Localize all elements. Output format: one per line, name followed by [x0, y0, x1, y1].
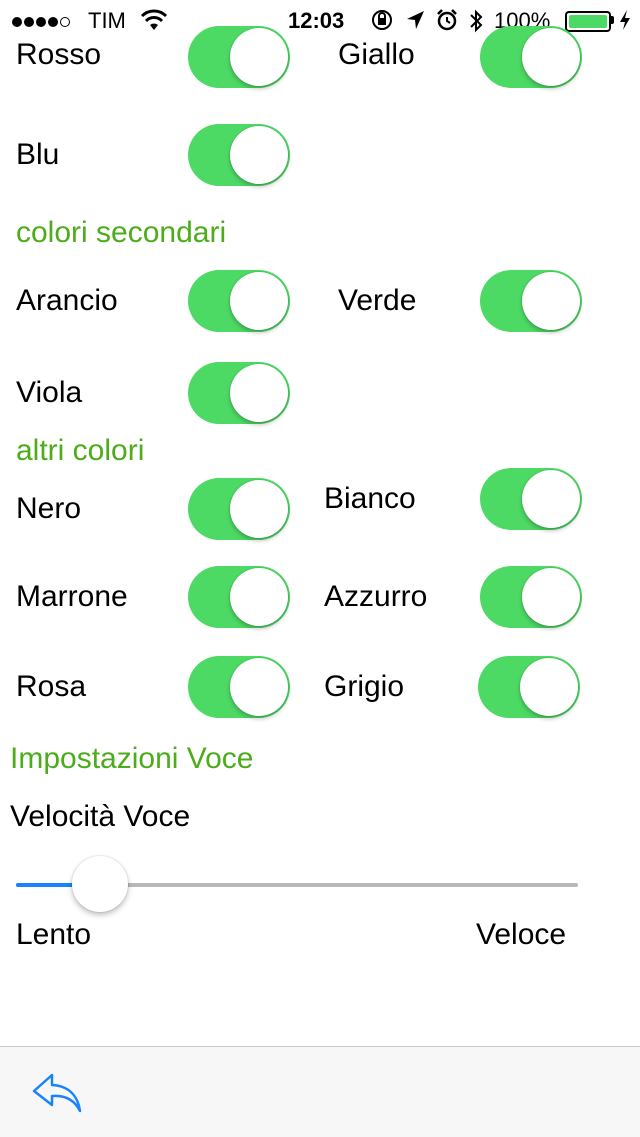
nero-label: Nero — [16, 492, 82, 525]
bianco-switch[interactable] — [480, 468, 582, 530]
carrier-name: TIM — [88, 8, 126, 33]
charging-icon — [618, 8, 632, 34]
giallo-label: Giallo — [338, 38, 415, 71]
marrone-switch[interactable] — [188, 566, 290, 628]
bottom-toolbar — [0, 1046, 640, 1137]
verde-switch[interactable] — [480, 270, 582, 332]
switch-knob — [230, 658, 288, 716]
switch-knob — [230, 480, 288, 538]
switch-knob — [230, 568, 288, 626]
section-title-voice: Impostazioni Voce — [10, 742, 254, 775]
rosa-label: Rosa — [16, 670, 87, 703]
grigio-switch[interactable] — [478, 656, 580, 718]
switch-knob — [520, 658, 578, 716]
arancio-label: Arancio — [16, 284, 118, 317]
rosso-switch[interactable] — [188, 26, 290, 88]
battery-tip — [611, 16, 614, 24]
section-title-others: altri colori — [16, 434, 145, 467]
bianco-label: Bianco — [324, 482, 416, 515]
blu-label: Blu — [16, 138, 60, 171]
giallo-switch[interactable] — [480, 26, 582, 88]
rotation-lock-icon — [370, 8, 394, 34]
azzurro-switch[interactable] — [480, 566, 582, 628]
voice-speed-slider-thumb[interactable] — [71, 856, 128, 912]
wifi-icon — [140, 8, 168, 34]
slider-min-label: Lento — [16, 918, 92, 951]
blu-switch[interactable] — [188, 124, 290, 186]
battery-level — [569, 15, 607, 28]
reply-arrow-icon[interactable] — [30, 1071, 86, 1115]
clock: 12:03 — [288, 8, 345, 33]
rosa-switch[interactable] — [188, 656, 290, 718]
switch-knob — [522, 272, 580, 330]
grigio-label: Grigio — [324, 670, 405, 703]
arancio-switch[interactable] — [188, 270, 290, 332]
viola-label: Viola — [16, 376, 83, 409]
location-icon — [404, 8, 426, 34]
azzurro-label: Azzurro — [324, 580, 428, 613]
rosso-label: Rosso — [16, 38, 102, 71]
marrone-label: Marrone — [16, 580, 128, 613]
viola-switch[interactable] — [188, 362, 290, 424]
section-title-secondary: colori secondari — [16, 216, 227, 249]
switch-knob — [230, 272, 288, 330]
switch-knob — [522, 470, 580, 528]
switch-knob — [522, 28, 580, 86]
alarm-icon — [435, 8, 459, 34]
switch-knob — [522, 568, 580, 626]
signal-strength-icon — [12, 8, 72, 34]
battery-icon — [565, 11, 611, 32]
verde-label: Verde — [338, 284, 417, 317]
switch-knob — [230, 364, 288, 422]
switch-knob — [230, 28, 288, 86]
switch-knob — [230, 126, 288, 184]
bluetooth-icon — [468, 8, 484, 34]
slider-max-label: Veloce — [476, 918, 567, 951]
voice-speed-label: Velocità Voce — [10, 800, 191, 833]
nero-switch[interactable] — [188, 478, 290, 540]
